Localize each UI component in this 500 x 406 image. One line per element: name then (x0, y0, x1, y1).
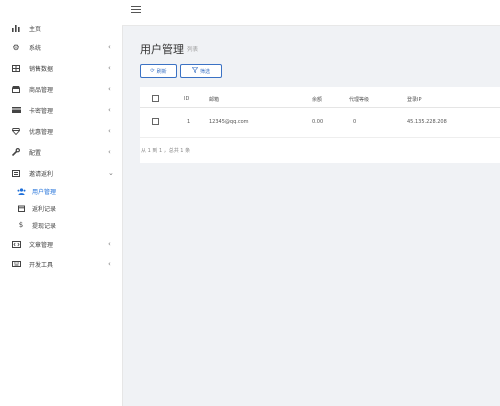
sidebar-item-label: 卡密管理 (29, 107, 54, 115)
cell-login-ip: 45.135.228.208 (407, 119, 447, 125)
header-divider (140, 107, 500, 108)
sidebar-item-home[interactable]: 主页 (0, 21, 122, 35)
cell-balance: 0.00 (312, 119, 324, 125)
hamburger-icon[interactable] (131, 5, 141, 14)
column-header-agent-level[interactable]: 代理等级 (349, 96, 369, 103)
column-header-email[interactable]: 邮箱 (209, 96, 219, 103)
shop-icon (11, 84, 21, 94)
pagination-info: 从 1 到 1 ，总共 1 条 (141, 148, 191, 154)
gear-icon: ⚙ (12, 42, 20, 52)
sidebar-item-label: 用户管理 (32, 188, 57, 196)
sidebar-item-sales-data[interactable]: 销售数据 ‹ (0, 61, 122, 75)
sidebar-item-system[interactable]: ⚙ 系统 ‹ (0, 40, 122, 54)
keyboard-icon (11, 259, 21, 269)
grid-icon (11, 63, 21, 73)
row-divider (140, 137, 500, 138)
page-subtitle: 列表 (187, 47, 199, 53)
refresh-button-label: 刷新 (156, 68, 167, 75)
sidebar: 主页 ⚙ 系统 ‹ 销售数据 ‹ 商品管理 ‹ 卡密管理 ‹ 优惠管理 ‹ 配置… (0, 0, 123, 406)
select-all-checkbox[interactable] (152, 95, 159, 102)
sidebar-item-label: 邀请返利 (29, 170, 54, 178)
sidebar-item-label: 主页 (29, 25, 42, 33)
sidebar-item-card-codes[interactable]: 卡密管理 ‹ (0, 103, 122, 117)
top-bar (122, 0, 500, 26)
sidebar-item-config[interactable]: 配置 ‹ (0, 145, 122, 159)
user-table: ID 邮箱 余额 代理等级 登录IP 1 12345@qq.com 0.00 0… (140, 87, 500, 163)
chevron-left-icon: ‹ (108, 106, 111, 114)
sidebar-item-products[interactable]: 商品管理 ‹ (0, 82, 122, 96)
code-icon (11, 239, 21, 249)
sidebar-item-user-management[interactable]: 用户管理 (0, 184, 122, 198)
chevron-left-icon: ‹ (108, 127, 111, 135)
filter-icon (191, 67, 199, 75)
sidebar-item-discounts[interactable]: 优惠管理 ‹ (0, 124, 122, 138)
list-icon (11, 168, 21, 178)
sidebar-item-label: 开发工具 (29, 261, 54, 269)
chevron-left-icon: ‹ (108, 43, 111, 51)
sidebar-item-label: 返利记录 (32, 205, 57, 213)
wrench-icon (11, 147, 21, 157)
row-checkbox[interactable] (152, 118, 159, 125)
sidebar-item-label: 配置 (29, 149, 42, 157)
sidebar-item-label: 销售数据 (29, 65, 54, 73)
bar-chart-icon (11, 23, 21, 33)
main-content: 用户管理 列表 ⟳ 刷新 筛选 ID 邮箱 余额 代理等级 登录IP 1 123… (122, 26, 500, 406)
chevron-left-icon: ‹ (108, 148, 111, 156)
column-header-login-ip[interactable]: 登录IP (407, 96, 422, 103)
sidebar-item-articles[interactable]: 文章管理 ‹ (0, 237, 122, 251)
column-header-balance[interactable]: 余额 (312, 96, 322, 103)
sidebar-item-label: 提现记录 (32, 222, 57, 230)
sidebar-item-label: 优惠管理 (29, 128, 54, 136)
sidebar-item-label: 商品管理 (29, 86, 54, 94)
column-header-id[interactable]: ID (184, 96, 189, 102)
refresh-icon: ⟳ (150, 68, 155, 74)
sidebar-item-label: 系统 (29, 44, 42, 52)
sidebar-item-dev-tools[interactable]: 开发工具 ‹ (0, 257, 122, 271)
gem-icon (11, 126, 21, 136)
card-icon (11, 105, 21, 115)
calendar-icon (16, 203, 26, 213)
users-icon (16, 186, 26, 196)
cell-id: 1 (187, 119, 191, 125)
refresh-button[interactable]: ⟳ 刷新 (140, 64, 177, 78)
sidebar-item-referral[interactable]: 邀请返利 ⌄ (0, 166, 122, 180)
dollar-icon: $ (18, 221, 24, 229)
filter-button-label: 筛选 (199, 68, 210, 75)
chevron-left-icon: ‹ (108, 240, 111, 248)
chevron-left-icon: ‹ (108, 64, 111, 72)
sidebar-item-label: 文章管理 (29, 241, 54, 249)
cell-email: 12345@qq.com (209, 119, 249, 125)
cell-agent-level: 0 (353, 119, 357, 125)
chevron-left-icon: ‹ (108, 85, 111, 93)
sidebar-item-withdraw-records[interactable]: $ 提现记录 (0, 218, 122, 232)
chevron-down-icon: ⌄ (108, 169, 114, 177)
page-title: 用户管理 (140, 43, 184, 56)
filter-button[interactable]: 筛选 (180, 64, 222, 78)
chevron-left-icon: ‹ (108, 260, 111, 268)
sidebar-item-rebate-records[interactable]: 返利记录 (0, 201, 122, 215)
